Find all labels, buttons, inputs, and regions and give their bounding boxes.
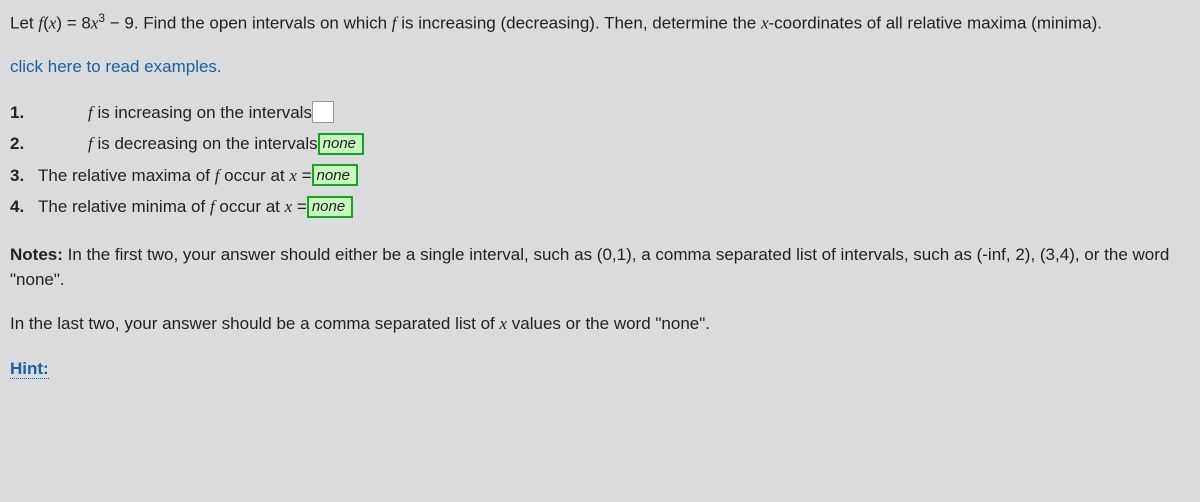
text: − 9. Find the open intervals on which: [105, 14, 392, 33]
item-label: f is decreasing on the intervals: [88, 131, 318, 157]
item-number: 3.: [10, 163, 34, 189]
problem-statement: Let f(x) = 8x3 − 9. Find the open interv…: [10, 10, 1190, 36]
question-row-1: 1. f is increasing on the intervals: [10, 100, 1190, 126]
answer-input-2[interactable]: [318, 133, 364, 155]
item-number: 4.: [10, 194, 34, 220]
question-list: 1. f is increasing on the intervals 2. f…: [10, 100, 1190, 220]
text: values or the word "none".: [507, 314, 710, 333]
notes-paragraph: Notes: In the first two, your answer sho…: [10, 242, 1190, 293]
last-instruction: In the last two, your answer should be a…: [10, 311, 1190, 337]
read-examples-link[interactable]: click here to read examples.: [10, 57, 222, 76]
text: In the last two, your answer should be a…: [10, 314, 499, 333]
hint-link[interactable]: Hint:: [10, 359, 49, 379]
question-row-2: 2. f is decreasing on the intervals: [10, 131, 1190, 157]
answer-input-1[interactable]: [312, 101, 334, 123]
item-label: f is increasing on the intervals: [88, 100, 312, 126]
hint-line: Hint:: [10, 356, 1190, 382]
answer-input-4[interactable]: [307, 196, 353, 218]
examples-line: click here to read examples.: [10, 54, 1190, 80]
question-row-4: 4. The relative minima of f occur at x =: [10, 194, 1190, 220]
question-row-3: 3. The relative maxima of f occur at x =: [10, 163, 1190, 189]
item-label: The relative minima of f occur at x =: [38, 194, 307, 220]
text: ) = 8: [56, 14, 91, 33]
item-label: The relative maxima of f occur at x =: [38, 163, 312, 189]
notes-body: In the first two, your answer should eit…: [10, 245, 1169, 290]
item-number: 2.: [10, 131, 34, 157]
math-x: x: [499, 314, 507, 333]
exponent: 3: [98, 11, 105, 25]
text: Let: [10, 14, 38, 33]
text: is increasing (decreasing). Then, determ…: [397, 14, 761, 33]
math-x: x: [761, 14, 769, 33]
answer-input-3[interactable]: [312, 164, 358, 186]
notes-label: Notes:: [10, 245, 63, 264]
text: -coordinates of all relative maxima (min…: [769, 14, 1103, 33]
item-number: 1.: [10, 100, 34, 126]
